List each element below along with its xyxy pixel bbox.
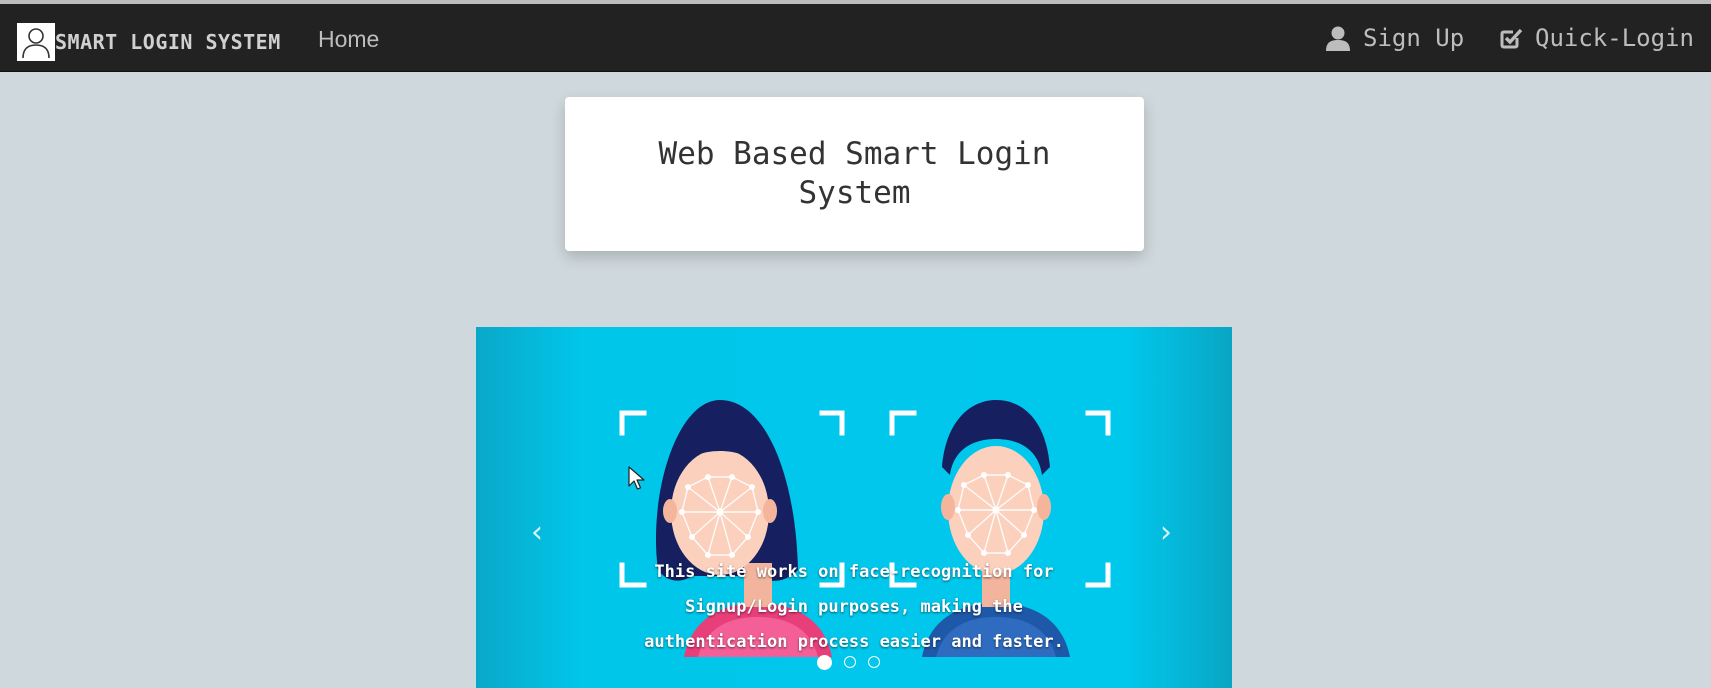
carousel[interactable]: This site works on face-recognition for … bbox=[476, 327, 1232, 688]
user-icon bbox=[1326, 26, 1350, 51]
brand-link[interactable]: SMART LOGIN SYSTEM bbox=[17, 23, 281, 61]
signup-label: Sign Up bbox=[1363, 24, 1465, 52]
indicator-dot-2[interactable] bbox=[844, 656, 856, 668]
chevron-right-icon[interactable]: › bbox=[1160, 515, 1172, 550]
indicator-dot-1[interactable] bbox=[817, 655, 832, 670]
page-title: Web Based Smart Login System bbox=[658, 136, 1051, 211]
user-outline-icon bbox=[17, 23, 55, 61]
quick-login-label: Quick-Login bbox=[1535, 24, 1694, 52]
carousel-indicators bbox=[817, 655, 892, 670]
nav-home-link[interactable]: Home bbox=[318, 26, 379, 53]
carousel-caption: This site works on face-recognition for … bbox=[644, 562, 1064, 652]
brand-text: SMART LOGIN SYSTEM bbox=[55, 30, 281, 54]
mouse-cursor-icon bbox=[628, 466, 645, 490]
chevron-left-icon[interactable]: ‹ bbox=[531, 515, 543, 550]
title-card: Web Based Smart Login System bbox=[565, 97, 1144, 251]
indicator-dot-3[interactable] bbox=[868, 656, 880, 668]
navbar: SMART LOGIN SYSTEM Home Sign Up Quick-Lo… bbox=[0, 4, 1711, 72]
signup-link[interactable]: Sign Up bbox=[1325, 24, 1464, 52]
quick-login-link[interactable]: Quick-Login bbox=[1499, 24, 1694, 52]
checkbox-checked-icon bbox=[1500, 28, 1523, 49]
